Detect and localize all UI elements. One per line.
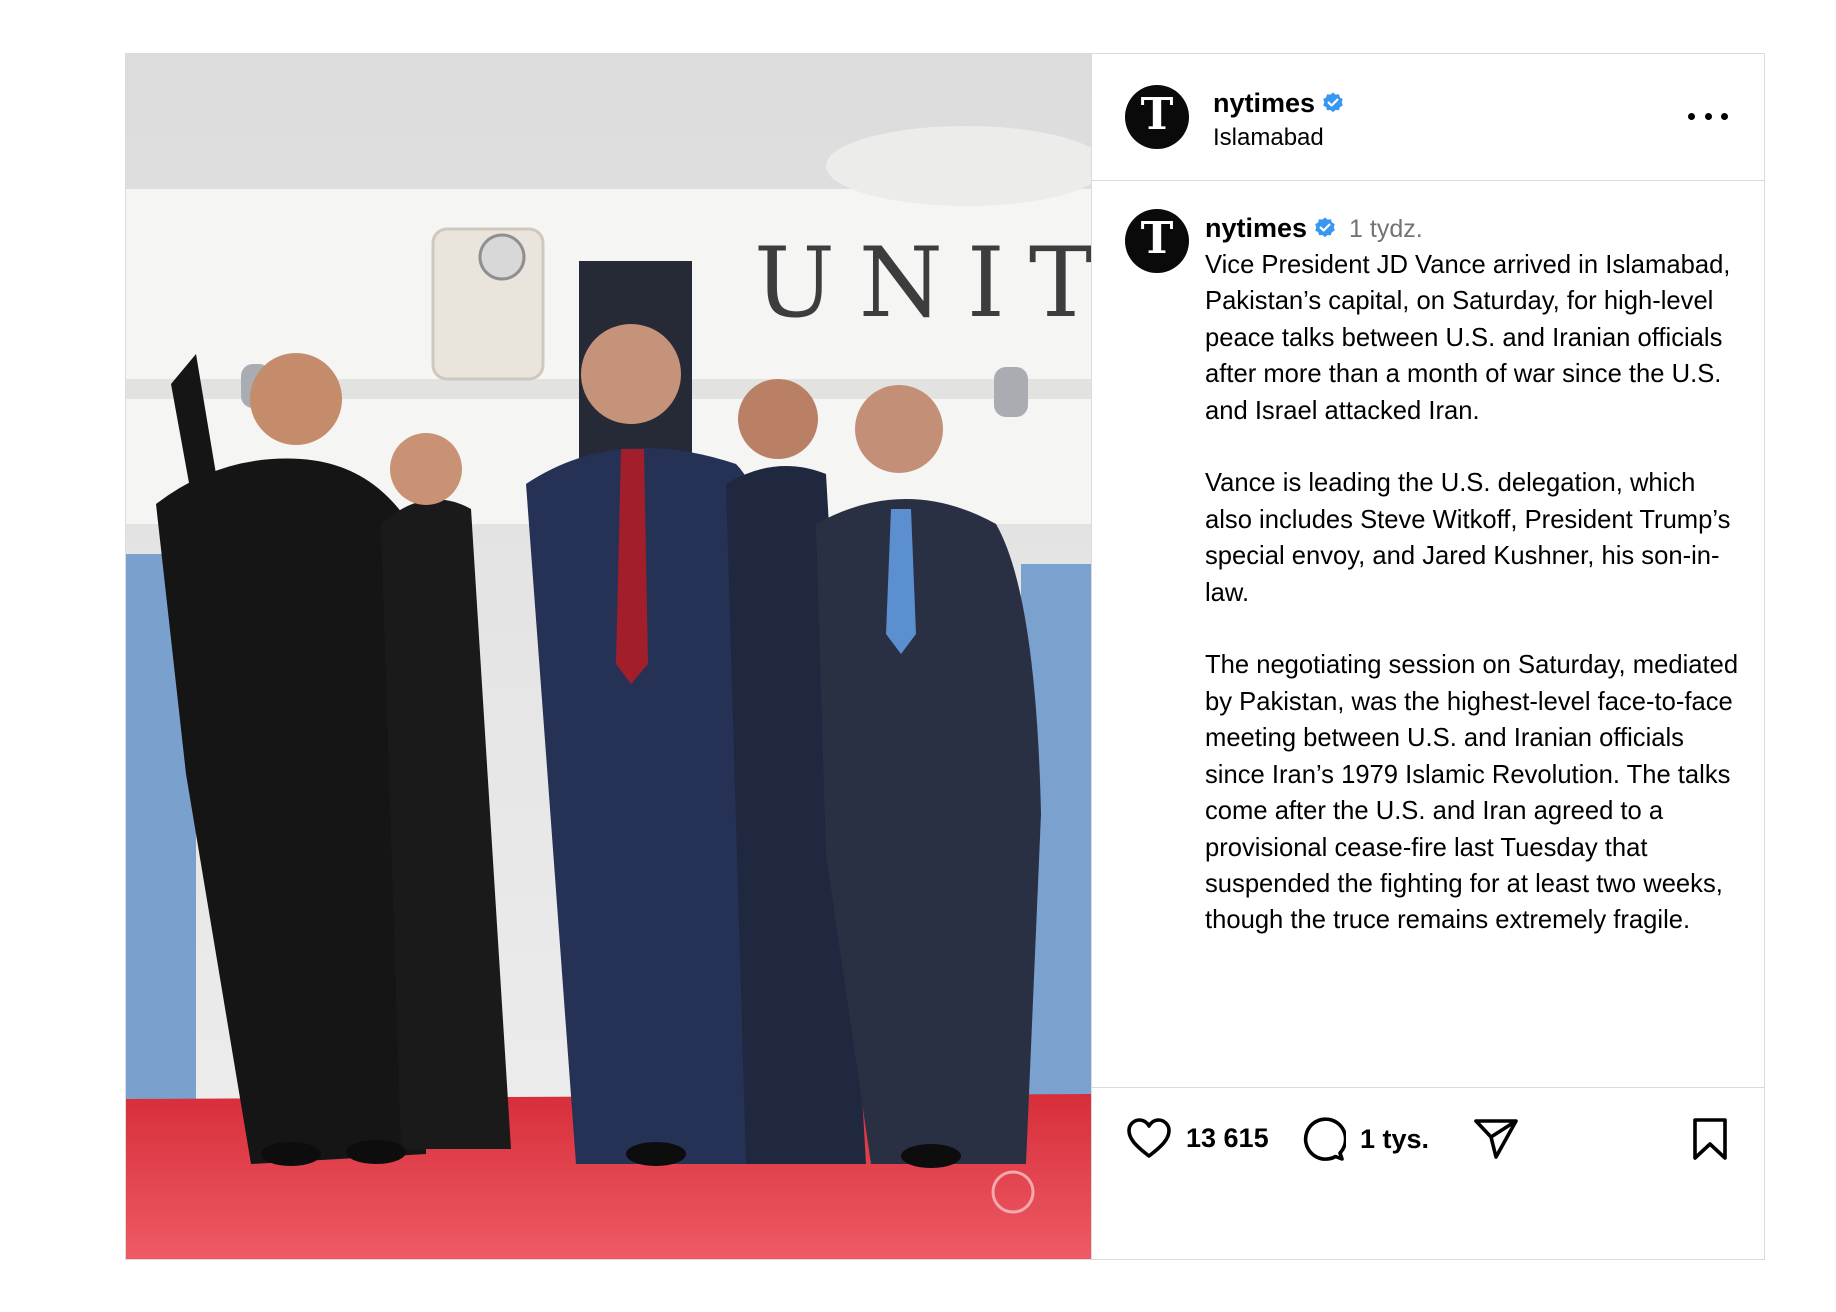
- verified-badge-icon: [1323, 92, 1343, 112]
- more-options-icon[interactable]: [1688, 104, 1728, 128]
- caption-area[interactable]: T nytimes 1 tydz. Vice President JD Vance…: [1092, 181, 1764, 1086]
- save-button[interactable]: [1690, 1117, 1730, 1161]
- profile-avatar[interactable]: T: [1125, 85, 1189, 149]
- caption-text: Vice President JD Vance arrived in Islam…: [1205, 251, 1739, 935]
- post-sidebar: T nytimes Islamabad T nytimes 1 tydz. Vic…: [1091, 54, 1764, 1259]
- comment-icon: [1303, 1117, 1346, 1161]
- location-link[interactable]: Islamabad: [1213, 123, 1324, 153]
- aircraft-lettering: UNIT: [754, 227, 1091, 339]
- comment-button[interactable]: 1 tys.: [1300, 1117, 1429, 1161]
- like-count[interactable]: 13 615: [1186, 1123, 1269, 1154]
- post-timestamp[interactable]: 1 tydz.: [1349, 215, 1423, 243]
- post-photo-illustration: UNIT: [126, 54, 1091, 1259]
- verified-badge-icon: [1315, 217, 1335, 237]
- post-header: T nytimes Islamabad: [1092, 54, 1764, 181]
- post-photo[interactable]: UNIT: [126, 54, 1091, 1259]
- heart-icon: [1127, 1118, 1171, 1158]
- username-text[interactable]: nytimes: [1213, 88, 1315, 118]
- instagram-post: UNIT T nytimes Islamabad T nytimes 1 tyd…: [125, 53, 1765, 1260]
- username-link[interactable]: nytimes: [1213, 88, 1345, 118]
- action-bar: 13 615 1 tys.: [1092, 1087, 1764, 1197]
- share-button[interactable]: [1472, 1117, 1520, 1161]
- caption-username[interactable]: nytimes 1 tydz.: [1205, 213, 1423, 244]
- comment-count[interactable]: 1 tys.: [1360, 1124, 1429, 1155]
- send-icon: [1474, 1119, 1518, 1159]
- bookmark-icon: [1693, 1118, 1727, 1160]
- like-button[interactable]: 13 615: [1126, 1117, 1269, 1159]
- caption-avatar[interactable]: T: [1125, 209, 1189, 273]
